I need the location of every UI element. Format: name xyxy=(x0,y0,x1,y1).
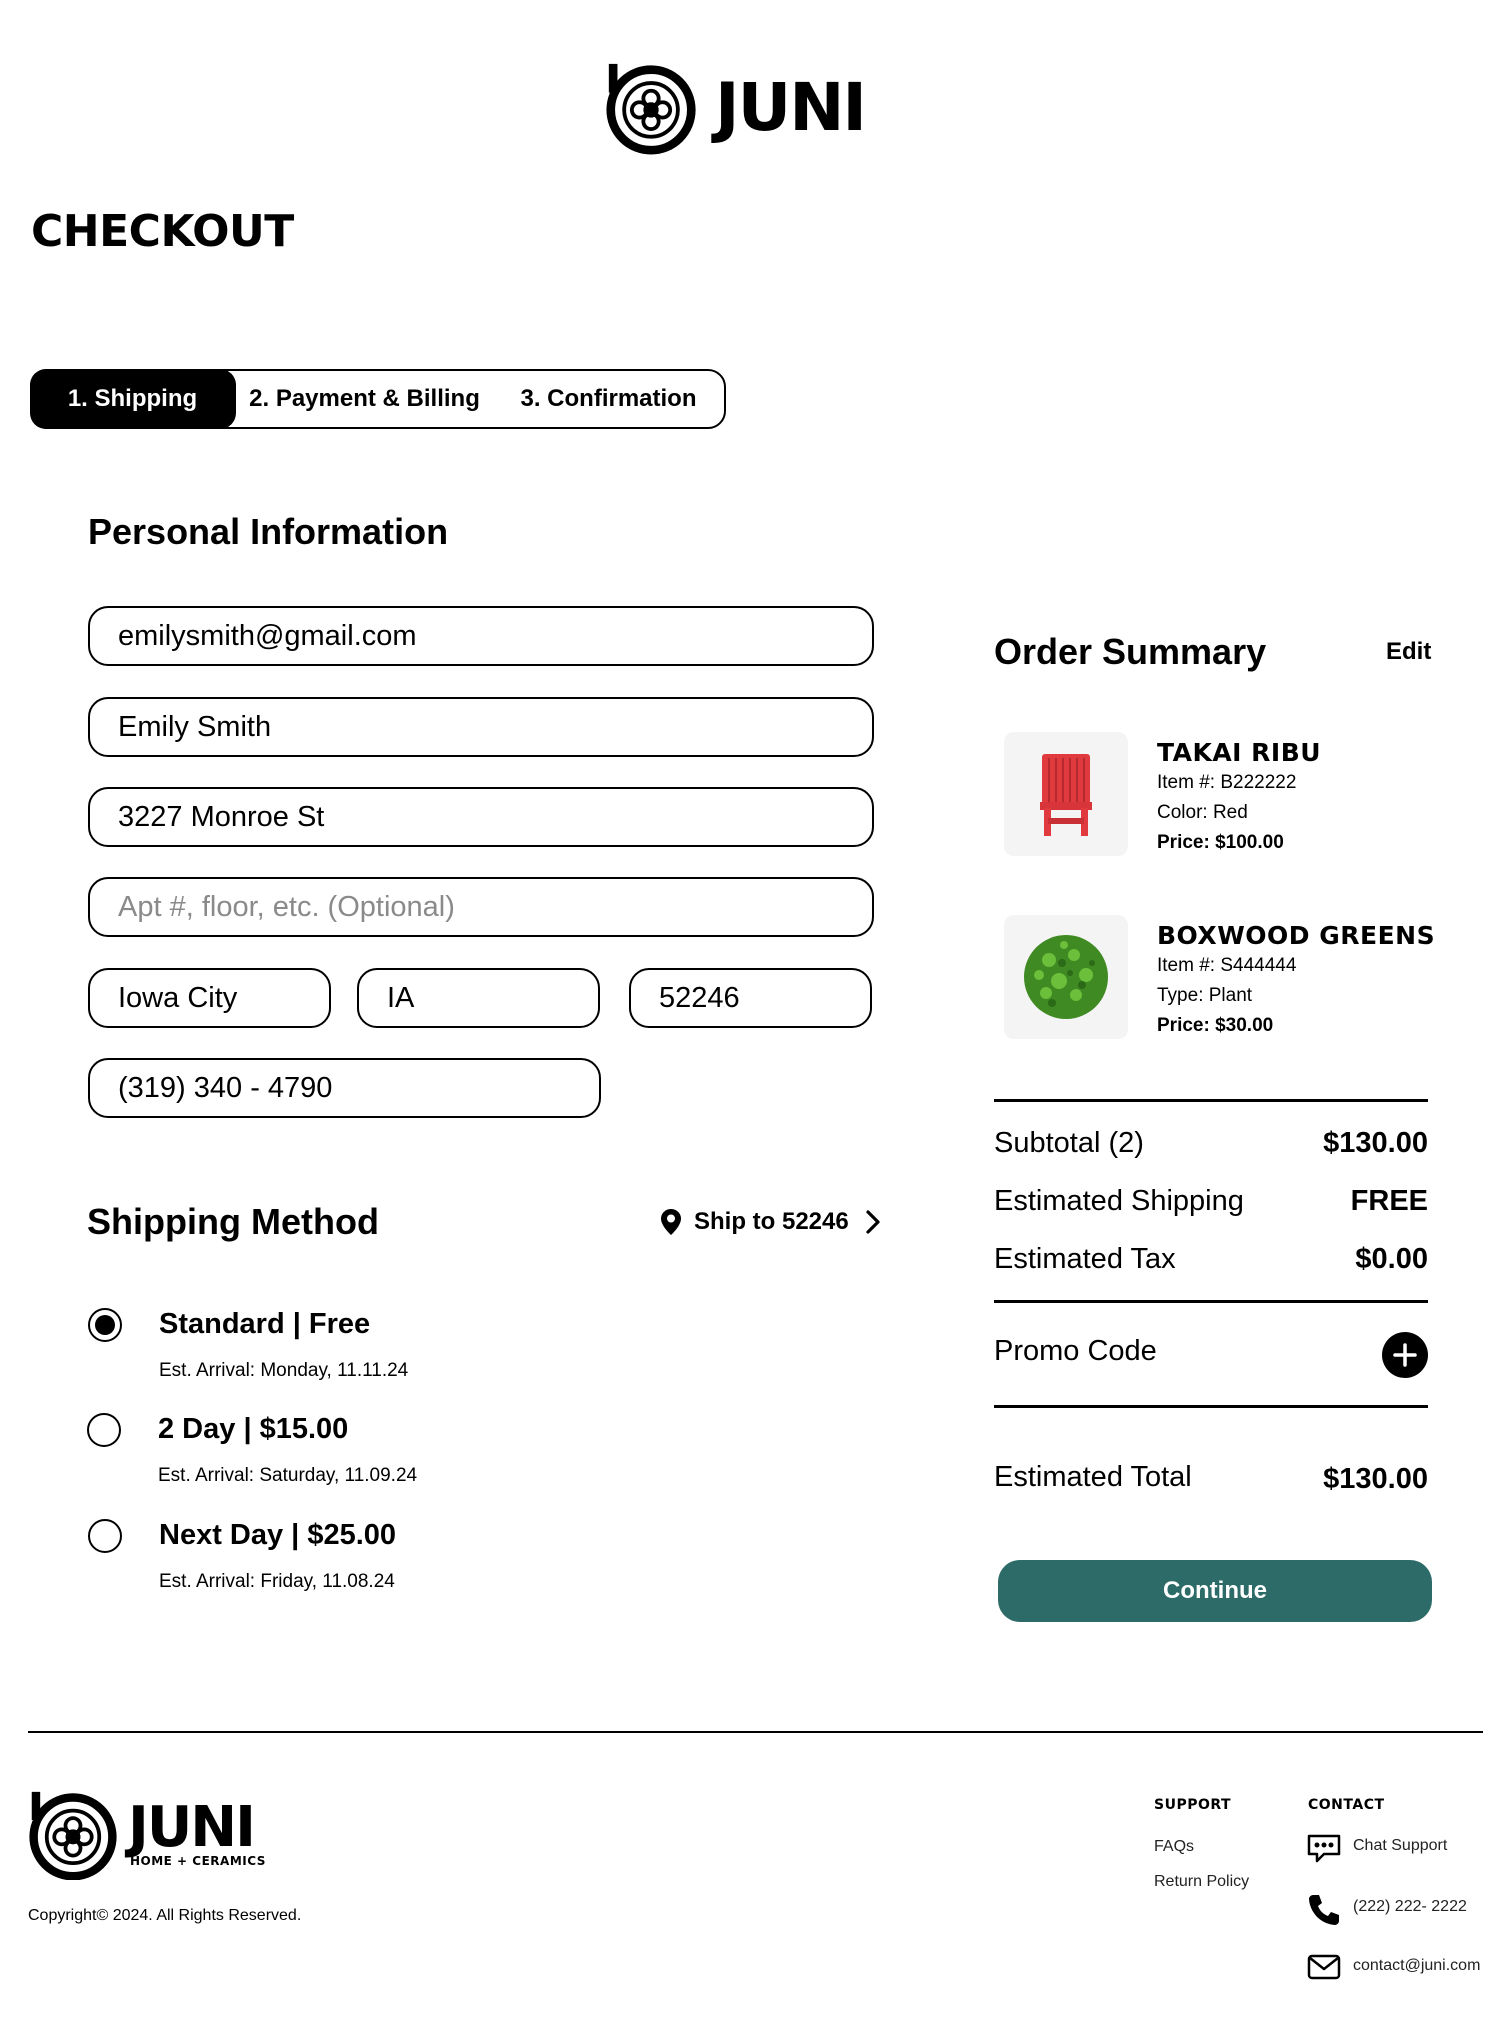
shipping-nextday-radio[interactable] xyxy=(88,1519,122,1553)
footer-logo[interactable]: JUNI HOME + CERAMICS xyxy=(28,1790,266,1880)
shipping-cost-value: FREE xyxy=(1350,1185,1428,1217)
footer-divider xyxy=(28,1731,1483,1733)
item-1-color: Color: Red xyxy=(1157,802,1248,823)
contact-heading: CONTACT xyxy=(1308,1797,1385,1813)
subtotal-label: Subtotal (2) xyxy=(994,1127,1144,1159)
item-2-name: BOXWOOD GREENS xyxy=(1157,921,1436,950)
add-promo-button[interactable] xyxy=(1382,1332,1428,1378)
boxwood-plant-image xyxy=(1024,935,1108,1019)
item-1-price: Price: $100.00 xyxy=(1157,832,1284,853)
email-field[interactable] xyxy=(88,606,874,666)
return-policy-link[interactable]: Return Policy xyxy=(1154,1873,1249,1891)
shipping-2day-arrival: Est. Arrival: Saturday, 11.09.24 xyxy=(158,1465,418,1486)
shipping-standard-radio[interactable] xyxy=(88,1308,122,1342)
city-field[interactable] xyxy=(88,968,331,1028)
item-1-name: TAKAI RIBU xyxy=(1157,738,1322,767)
faqs-link[interactable]: FAQs xyxy=(1154,1838,1194,1856)
red-planter-image xyxy=(1040,754,1092,836)
flower-logo-icon xyxy=(606,63,696,155)
item-1-number: Item #: B222222 xyxy=(1157,772,1297,793)
shipping-nextday-arrival: Est. Arrival: Friday, 11.08.24 xyxy=(159,1571,395,1592)
shipping-cost-label: Estimated Shipping xyxy=(994,1185,1244,1217)
step-payment-billing[interactable]: 2. Payment & Billing xyxy=(236,371,494,427)
shipping-standard-title: Standard | Free xyxy=(159,1308,371,1340)
boxwood-greens-image[interactable] xyxy=(1004,915,1128,1039)
address-field[interactable] xyxy=(88,787,874,847)
state-field[interactable] xyxy=(357,968,600,1028)
item-2-number: Item #: S444444 xyxy=(1157,955,1297,976)
chevron-right-icon xyxy=(866,1210,880,1234)
name-field[interactable] xyxy=(88,697,874,757)
takai-ribu-image[interactable] xyxy=(1004,732,1128,856)
subtotal-value: $130.00 xyxy=(1323,1127,1428,1159)
shipping-standard-arrival: Est. Arrival: Monday, 11.11.24 xyxy=(159,1360,409,1381)
shipping-nextday-title: Next Day | $25.00 xyxy=(159,1519,397,1551)
summary-divider xyxy=(994,1300,1428,1303)
estimated-total-label: Estimated Total xyxy=(994,1461,1192,1493)
item-2-type: Type: Plant xyxy=(1157,985,1253,1006)
edit-link[interactable]: Edit xyxy=(1386,638,1431,666)
item-2-price: Price: $30.00 xyxy=(1157,1015,1274,1036)
apt-field[interactable] xyxy=(88,877,874,937)
shipping-2day-title: 2 Day | $15.00 xyxy=(158,1413,349,1445)
personal-info-heading: Personal Information xyxy=(88,511,449,552)
brand-name: JUNI xyxy=(715,69,867,146)
shipping-2day-radio[interactable] xyxy=(87,1413,121,1447)
chat-bubble-icon xyxy=(1307,1834,1341,1863)
mail-icon xyxy=(1307,1954,1341,1980)
footer-brand-name: JUNI xyxy=(128,1795,256,1860)
page-title: CHECKOUT xyxy=(31,206,294,257)
phone-link[interactable]: (222) 222- 2222 xyxy=(1353,1898,1467,1916)
promo-code-label: Promo Code xyxy=(994,1335,1157,1367)
step-confirmation[interactable]: 3. Confirmation xyxy=(494,371,724,427)
phone-icon xyxy=(1309,1895,1339,1925)
order-summary-heading: Order Summary xyxy=(994,631,1267,672)
chat-support-link[interactable]: Chat Support xyxy=(1353,1837,1447,1855)
step-shipping[interactable]: 1. Shipping xyxy=(29,369,236,429)
checkout-stepper: 1. Shipping 2. Payment & Billing 3. Conf… xyxy=(29,369,726,429)
phone-field[interactable] xyxy=(88,1058,601,1118)
header-logo[interactable]: JUNI xyxy=(605,58,867,158)
footer-tagline: HOME + CERAMICS xyxy=(130,1854,266,1868)
continue-button[interactable]: Continue xyxy=(998,1560,1432,1622)
tax-value: $0.00 xyxy=(1355,1243,1428,1275)
copyright-text: Copyright© 2024. All Rights Reserved. xyxy=(28,1907,302,1924)
summary-divider xyxy=(994,1099,1428,1102)
plus-icon xyxy=(1393,1343,1417,1367)
shipping-method-heading: Shipping Method xyxy=(87,1201,379,1242)
location-pin-icon xyxy=(661,1209,681,1235)
tax-label: Estimated Tax xyxy=(994,1243,1176,1275)
support-heading: SUPPORT xyxy=(1154,1797,1232,1813)
flower-logo-icon xyxy=(29,1791,117,1880)
ship-to-link[interactable]: Ship to 52246 xyxy=(660,1208,881,1236)
zip-field[interactable] xyxy=(629,968,872,1028)
ship-to-label: Ship to 52246 xyxy=(694,1208,849,1235)
summary-divider xyxy=(994,1405,1428,1408)
estimated-total-value: $130.00 xyxy=(1323,1463,1428,1495)
email-link[interactable]: contact@juni.com xyxy=(1353,1957,1480,1975)
